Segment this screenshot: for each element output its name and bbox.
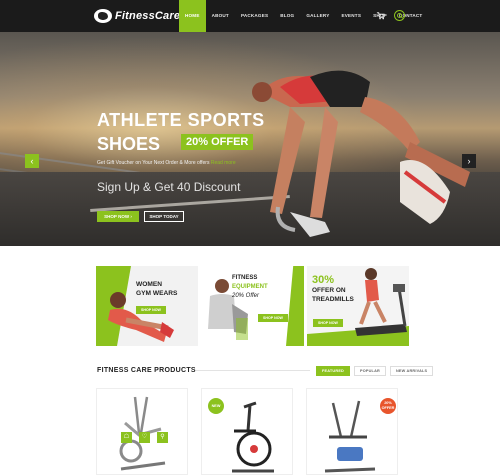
tab-featured[interactable]: FEATURED	[316, 366, 350, 376]
promo1-title-line1: WOMEN	[136, 281, 163, 288]
promo1-shop-button[interactable]: SHOP NOW	[136, 306, 166, 314]
promo-accent-shape	[286, 266, 304, 346]
hero-subtitle-text: Get Gift Voucher on Your Next Order & Mo…	[97, 160, 210, 166]
wishlist-heart-icon[interactable]: ♡	[139, 432, 150, 443]
nav-about[interactable]: ABOUT	[206, 0, 235, 32]
main-nav: HOME ABOUT PACKAGES BLOG GALLERY EVENTS …	[179, 0, 428, 32]
nav-blog[interactable]: BLOG	[274, 0, 300, 32]
promo1-title-line2: GYM WEARS	[136, 290, 178, 297]
promo3-shop-button[interactable]: SHOP NOW	[313, 319, 343, 327]
nav-packages[interactable]: PACKAGES	[235, 0, 274, 32]
search-icon[interactable]	[394, 10, 405, 21]
quick-view-icon[interactable]: ⚲	[157, 432, 168, 443]
promo2-shop-button[interactable]: SHOP NOW	[258, 314, 288, 322]
product-card-cross-trainer[interactable]: 20% OFFER	[306, 388, 398, 475]
logo-text: FitnessCare	[115, 10, 181, 22]
prev-slide-arrow-icon[interactable]: ‹	[25, 154, 39, 168]
offer-badge: 20% OFFER	[181, 134, 254, 150]
promo3-title-line1: 30%	[312, 274, 335, 286]
product-tabs: FEATURED POPULAR NEW ARRIVALS	[316, 366, 434, 376]
hero-subtitle: Get Gift Voucher on Your Next Order & Mo…	[97, 160, 236, 166]
nav-home[interactable]: HOME	[179, 0, 206, 32]
logo-icon	[94, 9, 112, 23]
add-to-cart-icon[interactable]: ☖	[121, 432, 132, 443]
hero-title-line1: ATHLETE SPORTS	[97, 110, 265, 130]
hero-banner: ATHLETE SPORTS SHOES 20% OFFER Get Gift …	[0, 32, 500, 246]
hero-title-line2: SHOES	[97, 134, 161, 154]
top-header: FitnessCare HOME ABOUT PACKAGES BLOG GAL…	[0, 0, 500, 32]
promo3-title-line3: TREADMILLS	[312, 296, 354, 303]
promo2-title-line3: 20% Offer	[232, 293, 260, 299]
promo-fitness-equipment[interactable]: FITNESS EQUIPMENT 20% Offer SHOP NOW	[202, 266, 304, 346]
nav-gallery[interactable]: GALLERY	[300, 0, 335, 32]
product-card-air-bike[interactable]: NEW	[201, 388, 293, 475]
cart-icon[interactable]	[376, 11, 385, 20]
athlete-image	[252, 70, 470, 237]
tab-new-arrivals[interactable]: NEW ARRIVALS	[389, 366, 434, 376]
woman-on-treadmill-image	[355, 268, 407, 336]
site-logo[interactable]: FitnessCare	[94, 6, 180, 26]
section-divider	[196, 370, 310, 371]
next-slide-arrow-icon[interactable]: ›	[462, 154, 476, 168]
shop-now-button[interactable]: SHOP NOW ›	[97, 211, 139, 222]
hero-discount: Sign Up & Get 40 Discount	[97, 180, 241, 194]
promo3-title-line2: OFFER ON	[312, 287, 346, 294]
tab-popular[interactable]: POPULAR	[354, 366, 386, 376]
promo2-title-line2: EQUIPMENT	[232, 284, 268, 290]
cross-trainer-image	[324, 400, 376, 473]
promo2-title-line1: FITNESS	[232, 275, 258, 281]
promo2-title: FITNESS EQUIPMENT 20% Offer	[232, 274, 268, 301]
promo1-title: WOMEN GYM WEARS	[136, 280, 177, 298]
read-more-link[interactable]: Read more	[211, 160, 236, 166]
shop-today-button[interactable]: SHOP TODAY	[144, 211, 184, 222]
promo-treadmills[interactable]: 30% OFFER ON TREADMILLS SHOP NOW	[307, 266, 409, 346]
air-bike-image	[232, 401, 274, 473]
discount-badge: 20% OFFER	[380, 398, 396, 414]
nav-events[interactable]: EVENTS	[336, 0, 368, 32]
products-section-title: FITNESS CARE PRODUCTS	[97, 367, 196, 374]
promo3-title: 30% OFFER ON TREADMILLS	[312, 274, 354, 304]
promo-women-gym-wears[interactable]: WOMEN GYM WEARS SHOP NOW	[96, 266, 198, 346]
